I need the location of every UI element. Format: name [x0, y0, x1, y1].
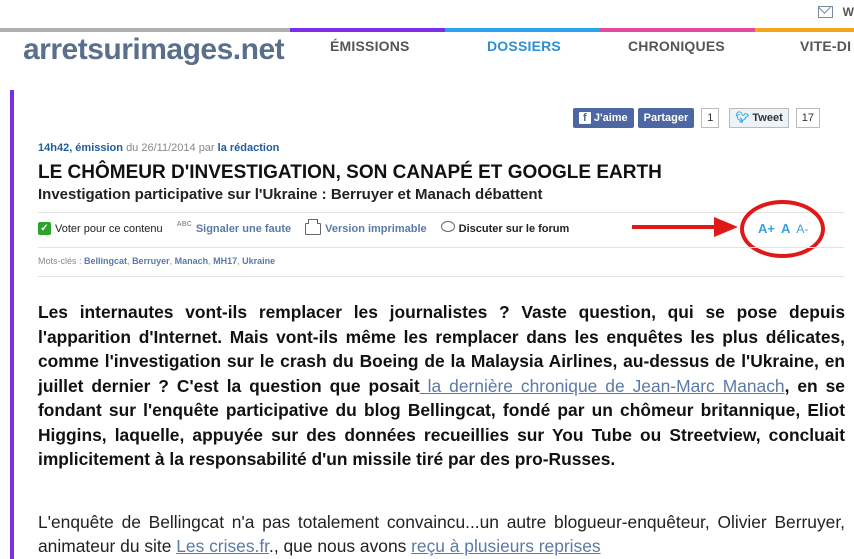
divider [38, 276, 844, 277]
color-bar [0, 28, 854, 32]
vote-action[interactable]: ✓ Voter pour ce contenu [38, 222, 163, 235]
topbar-letter[interactable]: W [843, 5, 854, 19]
nav-item-emissions[interactable]: ÉMISSIONS [330, 38, 410, 54]
tags-label: Mots-clés : [38, 256, 82, 266]
print-label: Version imprimable [325, 222, 427, 235]
print-action[interactable]: Version imprimable [305, 218, 427, 235]
color-bar-segment [755, 28, 854, 32]
facebook-like-button[interactable]: f J'aime [572, 108, 634, 128]
nav-item-vite-dit[interactable]: VITE-DI [800, 38, 851, 54]
report-label: Signaler une faute [195, 222, 292, 235]
tweet-button[interactable]: 🐦︎ Tweet [729, 108, 789, 128]
spellcheck-icon: ABC [176, 221, 192, 228]
nav-item-chroniques[interactable]: CHRONIQUES [628, 38, 725, 54]
mail-icon[interactable] [817, 6, 833, 18]
color-bar-segment [0, 28, 290, 32]
tag-link[interactable]: Bellingcat [84, 256, 127, 266]
share-count: 1 [701, 108, 720, 128]
tweet-count: 17 [795, 108, 820, 128]
article-time[interactable]: 14h42, émission [38, 142, 123, 154]
article-date: 26/11/2014 [141, 142, 196, 154]
tags-line: Mots-clés : Bellingcat, Berruyer, Manach… [38, 256, 276, 266]
topbar-icons: W [817, 4, 854, 20]
like-label: J'aime [593, 112, 628, 124]
check-icon: ✓ [38, 222, 51, 235]
tweet-label: Tweet [752, 112, 783, 124]
les-crises-link[interactable]: Les crises.fr [176, 536, 269, 556]
author-prefix: par [198, 142, 215, 154]
share-label: Partager [643, 112, 689, 124]
divider [38, 247, 844, 248]
forum-action[interactable]: Discuter sur le forum [440, 220, 570, 235]
article-subtitle: Investigation participative sur l'Ukrain… [38, 186, 543, 203]
report-error-action[interactable]: ABC Signaler une faute [176, 221, 292, 235]
tag-link[interactable]: Ukraine [242, 256, 275, 266]
red-circle-annotation [740, 200, 825, 258]
article-actions: ✓ Voter pour ce contenu ABC Signaler une… [38, 218, 583, 235]
recu-link[interactable]: reçu à plusieurs reprises [411, 536, 600, 556]
article-lead-paragraph: Les internautes vont-ils remplacer les j… [38, 300, 845, 472]
social-buttons: f J'aime Partager 1 🐦︎ Tweet 17 [572, 108, 820, 128]
tag-link[interactable]: MH17 [213, 256, 237, 266]
paragraph-text-2: ., que nous avons [269, 536, 412, 556]
article-author[interactable]: la rédaction [218, 142, 280, 154]
article-meta: 14h42, émission du 26/11/2014 par la réd… [38, 142, 279, 154]
article-title: LE CHÔMEUR D'INVESTIGATION, SON CANAPÉ E… [38, 162, 662, 183]
red-arrow-annotation [632, 217, 738, 237]
tag-link[interactable]: Manach [175, 256, 209, 266]
twitter-bird-icon: 🐦︎ [735, 112, 750, 124]
facebook-share-button[interactable]: Partager [637, 108, 695, 128]
site-logo[interactable]: arretsurimages.net [23, 33, 285, 67]
article-paragraph: L'enquête de Bellingcat n'a pas totaleme… [38, 510, 845, 558]
color-bar-segment [600, 28, 755, 32]
date-prefix: du [126, 142, 139, 154]
speech-bubble-icon [440, 220, 455, 232]
forum-label: Discuter sur le forum [458, 222, 570, 235]
vote-label: Voter pour ce contenu [55, 222, 163, 235]
section-accent-border [10, 90, 14, 559]
tag-link[interactable]: Berruyer [132, 256, 170, 266]
manach-chronicle-link[interactable]: la dernière chronique de Jean-Marc Manac… [420, 376, 785, 396]
nav-item-dossiers[interactable]: DOSSIERS [487, 38, 561, 54]
printer-icon [305, 218, 322, 235]
color-bar-segment [290, 28, 445, 32]
divider [38, 212, 844, 213]
color-bar-segment [445, 28, 600, 32]
facebook-icon: f [578, 112, 591, 124]
